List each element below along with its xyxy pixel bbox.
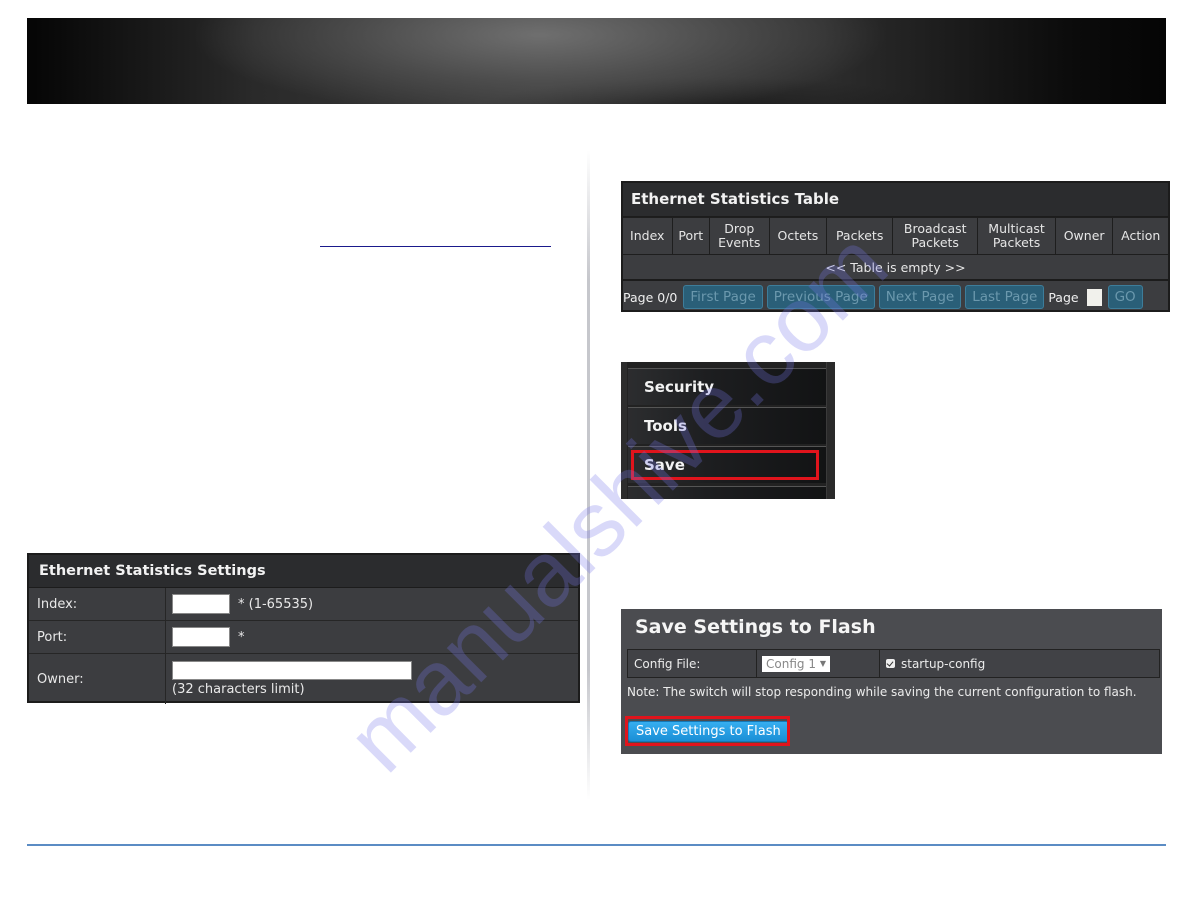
owner-hint: (32 characters limit)	[172, 682, 305, 697]
table-header-row: Index Port Drop Events Octets Packets Broadcas…	[623, 217, 1168, 255]
last-page-button[interactable]: Last Page	[965, 285, 1045, 309]
save-settings-button[interactable]: Save Settings to Flash	[628, 721, 789, 742]
menu-left-edge	[621, 362, 627, 499]
port-input[interactable]	[172, 627, 230, 647]
startup-config-cell: startup-config	[880, 650, 1159, 677]
column-header-octets: Octets	[768, 217, 828, 255]
startup-config-label: startup-config	[901, 656, 986, 671]
column-header-action: Action	[1112, 217, 1168, 255]
menu-item-tools[interactable]: Tools	[628, 407, 826, 444]
column-header-multicast-packets: Multicast Packets	[977, 217, 1056, 255]
save-note: Note: The switch will stop responding wh…	[627, 685, 1137, 699]
column-header-line: Owner	[1063, 228, 1105, 243]
column-header-line: Multicast	[988, 221, 1045, 236]
page-jump-input[interactable]	[1086, 288, 1102, 306]
owner-label: Owner:	[29, 654, 166, 704]
table-pager: Page 0/0 First Page Previous Page Next P…	[623, 281, 1168, 313]
port-row: Port: *	[29, 621, 578, 654]
index-row: Index: * (1-65535)	[29, 588, 578, 621]
hyperlink-underline[interactable]	[320, 246, 551, 247]
menu-item-bottom-partial	[628, 486, 826, 499]
config-file-select[interactable]: Config 1 ▼	[762, 655, 830, 672]
ethernet-statistics-table-panel: Ethernet Statistics Table Index Port Drop E…	[621, 181, 1170, 312]
index-value-cell: * (1-65535)	[166, 588, 578, 620]
column-header-line: Octets	[777, 228, 819, 243]
config-file-label: Config File:	[628, 650, 757, 677]
menu-right-edge	[826, 362, 835, 499]
settings-panel-title: Ethernet Statistics Settings	[29, 555, 578, 588]
column-header-line: Events	[718, 235, 761, 250]
stats-table: Index Port Drop Events Octets Packets Broadcas…	[623, 217, 1168, 281]
port-required-mark: *	[238, 629, 245, 645]
column-header-line: Packets	[835, 228, 884, 243]
owner-row: Owner: (32 characters limit)	[29, 654, 578, 704]
column-header-line: Index	[630, 228, 665, 243]
page-status: Page 0/0	[623, 289, 678, 305]
page-jump-label: Page	[1048, 289, 1079, 305]
column-header-broadcast-packets: Broadcast Packets	[892, 217, 979, 255]
column-header-line: Packets	[992, 235, 1041, 250]
ethernet-statistics-settings-panel: Ethernet Statistics Settings Index: * (1…	[27, 553, 580, 704]
port-value-cell: *	[166, 621, 578, 653]
column-header-index: Index	[623, 217, 673, 255]
owner-input[interactable]	[172, 661, 412, 680]
config-file-row: Config File: Config 1 ▼ startup-config	[627, 649, 1160, 678]
column-header-line: Port	[678, 228, 704, 243]
column-header-packets: Packets	[826, 217, 894, 255]
column-header-line: Drop	[724, 221, 755, 236]
header-banner	[27, 18, 1166, 104]
next-page-button[interactable]: Next Page	[878, 285, 962, 309]
column-header-owner: Owner	[1054, 217, 1114, 255]
navigation-menu: Security Tools Save	[621, 362, 835, 499]
column-header-drop-events: Drop Events	[709, 217, 770, 255]
go-button[interactable]: GO	[1107, 285, 1143, 309]
index-input[interactable]	[172, 594, 230, 614]
dropdown-arrow-icon: ▼	[819, 659, 826, 668]
table-empty-message: << Table is empty >>	[623, 254, 1168, 281]
table-empty-row: << Table is empty >>	[623, 254, 1168, 281]
column-header-line: Broadcast	[903, 221, 967, 236]
save-settings-panel: Save Settings to Flash Config File: Conf…	[621, 609, 1162, 754]
config-file-cell: Config 1 ▼	[757, 650, 880, 677]
index-label: Index:	[29, 588, 166, 620]
column-divider	[587, 150, 590, 800]
first-page-button[interactable]: First Page	[683, 285, 763, 309]
footer-rule	[27, 844, 1166, 846]
column-header-line: Action	[1121, 228, 1161, 243]
menu-item-security[interactable]: Security	[628, 368, 826, 405]
index-hint: * (1-65535)	[238, 596, 314, 612]
startup-config-checkbox[interactable]	[886, 659, 895, 668]
column-header-port: Port	[671, 217, 710, 255]
previous-page-button[interactable]: Previous Page	[766, 285, 875, 309]
menu-item-save[interactable]: Save	[628, 446, 826, 483]
column-header-line: Packets	[911, 235, 959, 250]
config-file-selected: Config 1	[766, 656, 816, 671]
port-label: Port:	[29, 621, 166, 653]
owner-value-cell: (32 characters limit)	[166, 654, 578, 704]
save-settings-title: Save Settings to Flash	[635, 616, 876, 638]
stats-table-title: Ethernet Statistics Table	[623, 183, 1168, 217]
